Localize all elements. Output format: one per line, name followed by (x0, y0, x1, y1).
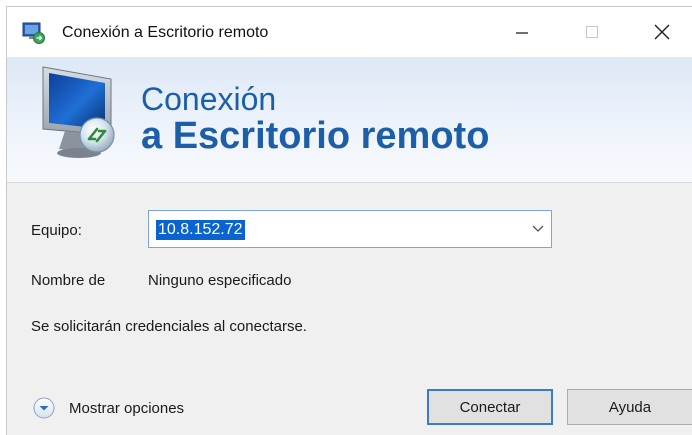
header-banner: Conexión a Escritorio remoto (7, 57, 692, 183)
banner-title-line2: a Escritorio remoto (141, 115, 490, 157)
close-button[interactable] (627, 7, 692, 57)
maximize-icon (586, 26, 598, 38)
remote-desktop-monitor-icon (42, 66, 115, 158)
credentials-note: Se solicitarán credenciales al conectars… (31, 318, 307, 335)
remote-desktop-icon (22, 22, 45, 44)
chevron-down-icon[interactable] (531, 223, 545, 235)
connect-button[interactable]: Conectar (427, 389, 553, 425)
title-bar[interactable]: Conexión a Escritorio remoto (7, 7, 692, 57)
computer-label: Equipo: (31, 222, 82, 239)
username-value: Ninguno especificado (148, 272, 292, 289)
remote-desktop-window: Conexión a Escritorio remoto Conexión a … (6, 6, 692, 435)
minimize-button[interactable] (487, 7, 557, 57)
close-icon (654, 24, 670, 40)
show-options-toggle[interactable]: Mostrar opciones (33, 395, 184, 421)
expand-circle-icon[interactable] (33, 397, 55, 419)
help-button[interactable]: Ayuda (567, 389, 692, 425)
computer-combobox[interactable]: 10.8.152.72 (148, 210, 552, 248)
banner-title-line1: Conexión (141, 81, 277, 117)
show-options-label[interactable]: Mostrar opciones (69, 400, 184, 417)
username-label: Nombre de (31, 272, 106, 289)
computer-input-value[interactable]: 10.8.152.72 (156, 220, 245, 240)
minimize-icon (516, 32, 528, 34)
window-title: Conexión a Escritorio remoto (62, 24, 269, 41)
maximize-button (557, 7, 627, 57)
